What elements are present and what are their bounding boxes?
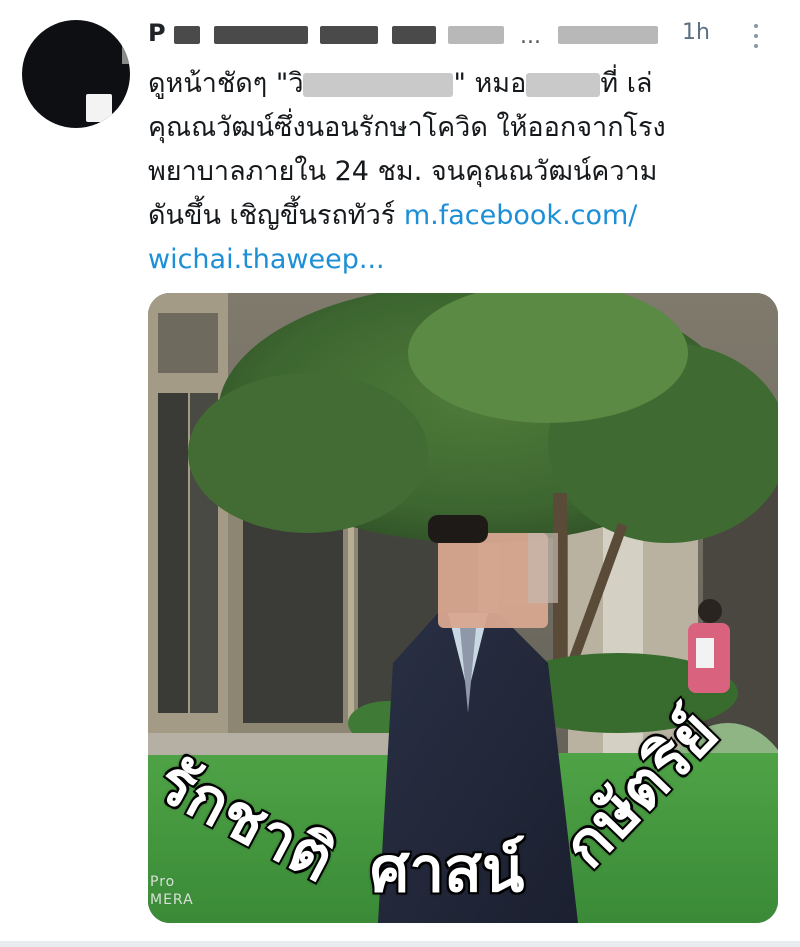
camera-watermark: Pro MERA (150, 873, 194, 909)
tweet-media-image[interactable]: รักชาติ ศาสน์ กษัตริย์ Pro MERA (148, 293, 778, 923)
redaction-block (526, 72, 601, 97)
tweet-card[interactable]: P ... 1h ดูหน้าชัดๆ "วิ " หมอ ที่ เล่ คุณณ… (0, 0, 800, 947)
redaction-block (174, 26, 200, 44)
vertical-ellipsis-icon (754, 24, 758, 28)
redaction-block (214, 26, 308, 44)
tweet-link[interactable]: m.facebook.com/ (404, 200, 638, 231)
tweet-link-continued[interactable]: wichai.thaweep... (148, 244, 385, 275)
tweet-text-line: พยาบาลภายใน 24 ชม. จนคุณณวัฒน์ความ (148, 156, 658, 187)
watermark-line: MERA (150, 892, 194, 908)
divider (0, 941, 800, 947)
tweet-text-line: คุณณวัฒน์ซึ่งนอนรักษาโควิด ให้ออกจากโรง (148, 112, 666, 143)
tweet-text-segment: ดันขึ้น เชิญขึ้นรถทัวร์ (148, 200, 404, 231)
watermark-line: Pro (150, 874, 176, 890)
tweet-text-segment: ที่ เล่ (600, 68, 653, 99)
author-handle-ellipsis: ... (520, 24, 541, 49)
vertical-ellipsis-icon (754, 44, 758, 48)
author-name[interactable]: P (148, 18, 166, 48)
timestamp[interactable]: 1h (682, 18, 710, 48)
avatar[interactable] (22, 20, 130, 128)
overlay-text-2: ศาสน์ (368, 832, 525, 908)
redaction-block (392, 26, 436, 44)
tweet-text-segment: " หมอ (453, 68, 527, 99)
tweet-text-segment: ดูหน้าชัดๆ "วิ (148, 68, 304, 99)
redaction-block (303, 72, 454, 97)
more-options-button[interactable] (748, 24, 764, 48)
redaction-block (320, 26, 378, 44)
redaction-block (558, 26, 658, 44)
tweet-text: ดูหน้าชัดๆ "วิ " หมอ ที่ เล่ คุณณวัฒน์ซึ่ง… (148, 62, 788, 282)
avatar-redaction (86, 94, 112, 122)
vertical-ellipsis-icon (754, 34, 758, 38)
avatar-redaction-edge (122, 44, 130, 64)
redaction-block (448, 26, 504, 44)
tweet-header: P ... 1h (148, 18, 778, 49)
